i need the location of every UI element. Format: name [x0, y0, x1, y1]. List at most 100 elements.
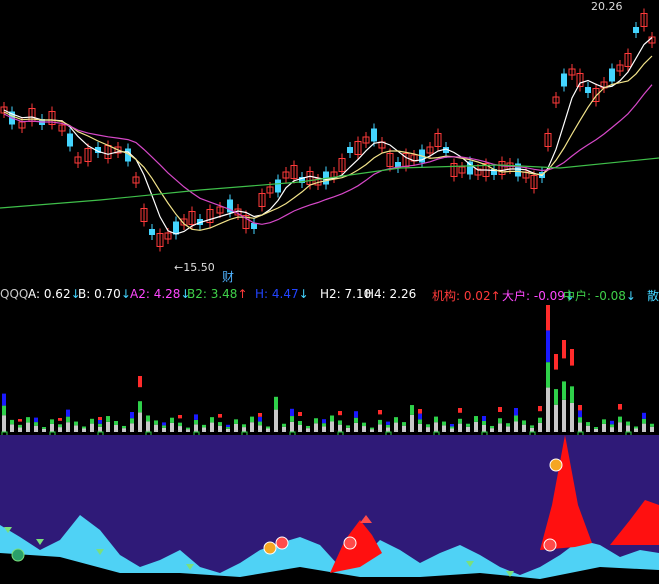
bar-segment — [530, 425, 534, 428]
bar-segment — [610, 420, 614, 425]
bar-segment — [642, 423, 646, 432]
bar-segment — [426, 427, 430, 432]
legend-item: QQQ — [0, 287, 28, 301]
bar-segment — [626, 425, 630, 432]
bar-segment — [258, 416, 262, 422]
bar-segment — [354, 411, 358, 418]
bar-segment — [258, 421, 262, 426]
bar-segment — [562, 381, 566, 400]
bar-segment — [138, 412, 142, 432]
bar-segment — [410, 405, 414, 415]
bar-segment — [250, 422, 254, 432]
bar-segment — [578, 422, 582, 432]
bar-segment — [546, 387, 550, 432]
bar-segment — [586, 422, 590, 426]
bar-segment — [58, 418, 62, 421]
bar-segment — [226, 427, 230, 429]
bar-segment — [434, 416, 438, 423]
legend-item: H: 4.47↓ — [255, 287, 309, 301]
legend-arrow-icon: ↑ — [490, 289, 501, 303]
bar-segment — [506, 423, 510, 427]
legend-item: H4: 2.26 — [365, 287, 416, 301]
bar-segment — [186, 427, 190, 430]
bar-segment — [130, 423, 134, 432]
bar-segment — [146, 421, 150, 432]
legend-item-text: A: 0.62 — [28, 287, 71, 301]
bar-segment — [338, 424, 342, 432]
candles-group — [0, 8, 656, 252]
bar-segment — [418, 423, 422, 432]
bar-segment — [178, 422, 182, 427]
check-marker-icon — [11, 548, 25, 562]
legend-item: 散 — [647, 287, 659, 304]
bar-segment — [250, 416, 254, 423]
bar-segment — [290, 416, 294, 422]
bar-segment — [266, 426, 270, 429]
bar-segment — [418, 409, 422, 414]
bar-segment — [314, 423, 318, 432]
bar-segment — [298, 412, 302, 416]
capital-flow-indicator-panel[interactable] — [0, 305, 659, 584]
bar-segment — [330, 415, 334, 422]
bar-segment — [370, 427, 374, 430]
bar-segment — [162, 425, 166, 428]
bar-segment — [546, 305, 550, 331]
bar-segment — [298, 425, 302, 432]
bar-segment — [202, 427, 206, 432]
bar-segment — [58, 424, 62, 428]
bar-segment — [546, 362, 550, 388]
bar-segment — [458, 408, 462, 413]
bar-segment — [506, 426, 510, 432]
capital-flow-chart[interactable] — [0, 305, 659, 584]
bar-segment — [514, 415, 518, 422]
bar-segment — [130, 418, 134, 424]
bar-segment — [458, 423, 462, 432]
bar-segment — [594, 428, 598, 432]
bar-segment — [338, 411, 342, 416]
moving-average-20 — [3, 84, 653, 225]
legend-item-text: H: 4.47 — [255, 287, 299, 301]
bar-segment — [450, 424, 454, 427]
bar-segment — [26, 422, 30, 432]
bar-segment — [618, 416, 622, 423]
bar-segment — [74, 425, 78, 432]
low-price-value: 15.50 — [183, 261, 215, 274]
bar-segment — [178, 426, 182, 432]
high-price-label: 20.26 — [591, 0, 623, 13]
bar-segment — [162, 422, 166, 426]
bar-segment — [402, 425, 406, 432]
bar-segment — [82, 428, 86, 432]
price-chart-panel[interactable]: 20.26 ←15.50 财 — [0, 0, 659, 284]
bar-segment — [450, 428, 454, 432]
bar-segment — [210, 417, 214, 423]
bar-segment — [650, 423, 654, 427]
bar-segment — [578, 417, 582, 423]
bar-segment — [394, 417, 398, 423]
bar-segment — [498, 423, 502, 432]
legend-item: 机构: 0.02↑ — [432, 287, 501, 304]
bar-segment — [50, 423, 54, 432]
bar-segment — [226, 424, 230, 428]
bar-segment — [362, 426, 366, 432]
bar-segment — [402, 422, 406, 426]
candlestick-chart[interactable] — [0, 0, 659, 283]
bar-segment — [218, 414, 222, 418]
bar-segment — [306, 428, 310, 432]
bar-segment — [554, 389, 558, 405]
bar-segment — [178, 415, 182, 419]
bar-segment — [418, 413, 422, 420]
bar-segment — [570, 349, 574, 366]
legend-arrow-icon: ↓ — [625, 289, 636, 303]
bar-segment — [490, 428, 494, 432]
legend-arrow-icon: ↓ — [298, 287, 309, 301]
signal-marker-icon — [263, 541, 277, 555]
signal-marker-icon — [343, 536, 357, 550]
bar-segment — [10, 424, 14, 432]
bar-segment — [298, 421, 302, 425]
bar-segment — [442, 421, 446, 426]
candle-down — [633, 27, 639, 33]
bar-segment — [634, 426, 638, 429]
bar-segment — [322, 419, 326, 424]
bar-segment — [546, 330, 550, 363]
bar-segment — [90, 418, 94, 424]
